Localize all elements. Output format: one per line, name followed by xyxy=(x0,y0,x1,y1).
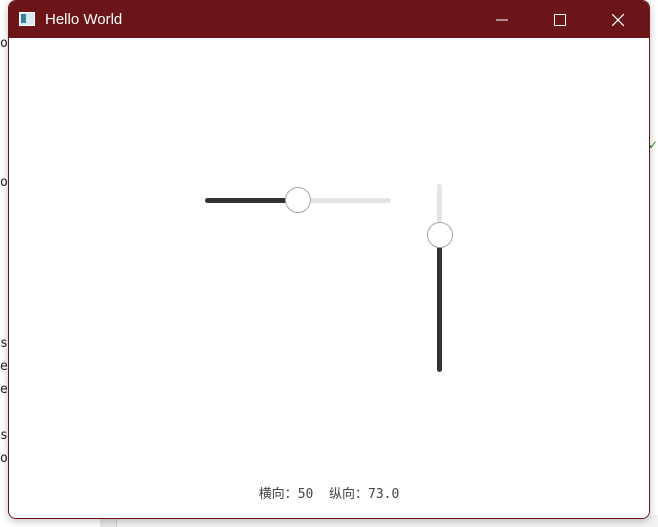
close-icon xyxy=(612,13,624,26)
background-text: o xyxy=(0,36,8,51)
background-text: o xyxy=(0,175,8,190)
app-icon xyxy=(19,12,35,26)
background-text: s xyxy=(0,336,8,351)
background-text: e xyxy=(0,382,8,397)
value-readout: 横向：50 纵向：73.0 xyxy=(9,483,649,502)
vertical-slider[interactable] xyxy=(425,184,455,374)
minimize-icon xyxy=(496,19,508,20)
readout-gap xyxy=(313,487,329,502)
horizontal-label: 横向： xyxy=(258,487,298,502)
close-button[interactable] xyxy=(589,1,647,38)
app-window: Hello World 横向：50 纵向：73.0 xyxy=(8,0,650,519)
vertical-label: 纵向： xyxy=(329,487,369,502)
horizontal-slider[interactable] xyxy=(205,185,393,215)
title-bar[interactable]: Hello World xyxy=(9,1,649,38)
horizontal-slider-handle[interactable] xyxy=(285,187,311,213)
horizontal-value: 50 xyxy=(297,487,314,502)
maximize-button[interactable] xyxy=(531,1,589,38)
vertical-slider-handle[interactable] xyxy=(427,221,453,248)
vertical-value: 73.0 xyxy=(368,487,400,502)
window-title: Hello World xyxy=(45,11,123,28)
background-text: e xyxy=(0,359,8,374)
vertical-slider-track[interactable] xyxy=(437,184,442,372)
background-text: o xyxy=(0,451,8,466)
window-content: 横向：50 纵向：73.0 xyxy=(9,38,649,518)
desktop: o o s e e s o ✓ Hello World 横向：50 纵向：73.… xyxy=(0,0,658,527)
vertical-slider-fill xyxy=(437,234,442,372)
maximize-icon xyxy=(554,13,566,26)
minimize-button[interactable] xyxy=(473,1,531,38)
background-text: s xyxy=(0,428,8,443)
